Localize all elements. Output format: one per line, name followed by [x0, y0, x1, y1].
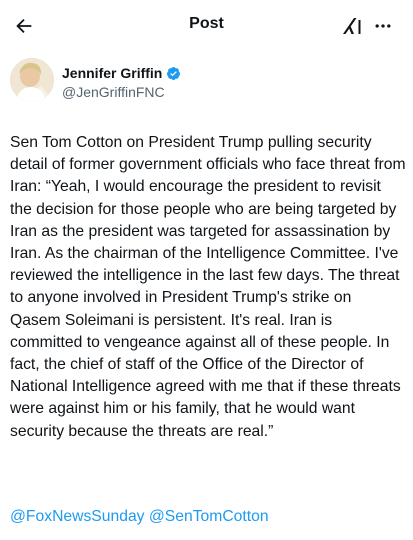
avatar[interactable]	[10, 58, 54, 102]
more-button[interactable]	[372, 14, 394, 38]
grok-button[interactable]	[340, 14, 364, 38]
mention-link[interactable]: @FoxNewsSunday	[10, 508, 145, 525]
avatar-photo	[10, 58, 54, 102]
author-handle[interactable]: @JenGriffinFNC	[62, 84, 165, 100]
name-row: Jennifer Griffin	[62, 65, 181, 81]
more-horizontal-icon	[375, 24, 391, 28]
verified-badge-icon	[167, 66, 181, 80]
top-bar: Post	[0, 0, 413, 52]
post-mentions: @FoxNewsSunday @SenTomCotton	[10, 506, 269, 528]
post-text: Sen Tom Cotton on President Trump pullin…	[10, 134, 406, 440]
author-name[interactable]: Jennifer Griffin	[62, 65, 162, 81]
post-author: Jennifer Griffin @JenGriffinFNC	[0, 56, 413, 110]
grok-icon	[343, 18, 361, 34]
mention-link[interactable]: @SenTomCotton	[149, 508, 269, 525]
